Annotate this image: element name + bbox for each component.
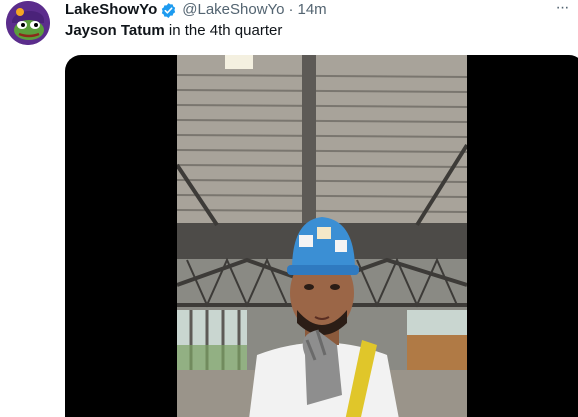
- author-display-name[interactable]: LakeShowYo: [65, 0, 157, 20]
- tweet-video[interactable]: [65, 55, 578, 417]
- tweet-card[interactable]: LakeShowYo @LakeShowYo · 14m ··· Jayson …: [0, 0, 578, 417]
- video-frame-image: [177, 55, 467, 417]
- more-options-button[interactable]: ···: [552, 0, 572, 17]
- author-handle[interactable]: @LakeShowYo: [182, 0, 284, 20]
- tweet-timestamp[interactable]: 14m: [298, 0, 327, 20]
- tweet-text: Jayson Tatum in the 4th quarter: [65, 21, 282, 41]
- header-separator: ·: [288, 1, 294, 18]
- video-scene-illustration: [177, 55, 467, 417]
- tweet-header: LakeShowYo @LakeShowYo · 14m: [65, 0, 327, 20]
- verified-badge-icon: [160, 2, 177, 19]
- avatar[interactable]: [6, 1, 50, 45]
- tweet-text-bold: Jayson Tatum: [65, 22, 165, 39]
- video-caption-overlay: [65, 413, 205, 417]
- more-dots-icon: ···: [555, 0, 570, 16]
- tweet-text-rest: in the 4th quarter: [164, 22, 283, 39]
- avatar-frog-icon: [6, 1, 50, 45]
